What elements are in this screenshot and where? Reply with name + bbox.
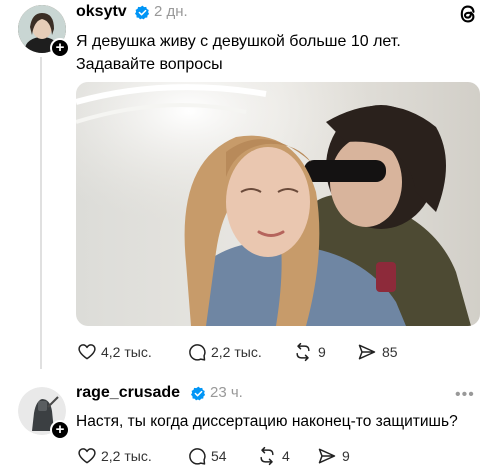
post-2-time: 23 ч. <box>210 384 243 401</box>
post-1-photo[interactable] <box>76 82 480 326</box>
verified-badge-icon <box>135 5 150 20</box>
like-button[interactable]: 4,2 тыс. <box>77 342 152 362</box>
speech-bubble-icon <box>189 448 206 465</box>
more-options-icon[interactable]: ••• <box>455 386 475 404</box>
follow-plus-button-2[interactable]: + <box>50 420 70 440</box>
share-count-2: 9 <box>342 448 350 464</box>
threads-logo-icon[interactable] <box>454 0 482 28</box>
send-icon <box>358 344 376 360</box>
share-count: 85 <box>382 344 398 360</box>
post-1-time: 2 дн. <box>154 3 188 20</box>
post-1-text-line-1: Я девушка живу с девушкой больше 10 лет. <box>76 33 401 50</box>
verified-badge-icon <box>191 386 206 401</box>
like-button-2[interactable]: 2,2 тыс. <box>77 446 152 466</box>
follow-plus-button[interactable]: + <box>50 38 70 58</box>
share-button[interactable]: 85 <box>356 342 398 362</box>
share-button-2[interactable]: 9 <box>316 446 350 466</box>
send-icon <box>318 448 336 464</box>
thread-line <box>40 57 42 369</box>
post-2-text: Настя, ты когда диссертацию наконец-то з… <box>76 413 458 430</box>
comment-button-2[interactable]: 54 <box>187 446 227 466</box>
like-count: 4,2 тыс. <box>101 344 152 360</box>
comment-count: 2,2 тыс. <box>211 344 262 360</box>
like-count-2: 2,2 тыс. <box>101 448 152 464</box>
post-1-text-line-2: Задавайте вопросы <box>76 56 223 73</box>
repost-button[interactable]: 9 <box>292 342 326 362</box>
post-1-username[interactable]: oksytv <box>76 3 127 21</box>
repost-icon <box>260 446 274 466</box>
comment-count-2: 54 <box>211 448 227 464</box>
repost-count: 9 <box>318 344 326 360</box>
speech-bubble-icon <box>189 344 206 361</box>
repost-count-2: 4 <box>282 448 290 464</box>
comment-button[interactable]: 2,2 тыс. <box>187 342 262 362</box>
heart-icon <box>78 448 96 464</box>
repost-button-2[interactable]: 4 <box>256 446 290 466</box>
repost-icon <box>296 342 310 362</box>
heart-icon <box>78 344 96 360</box>
post-2-username[interactable]: rage_crusade <box>76 384 180 402</box>
